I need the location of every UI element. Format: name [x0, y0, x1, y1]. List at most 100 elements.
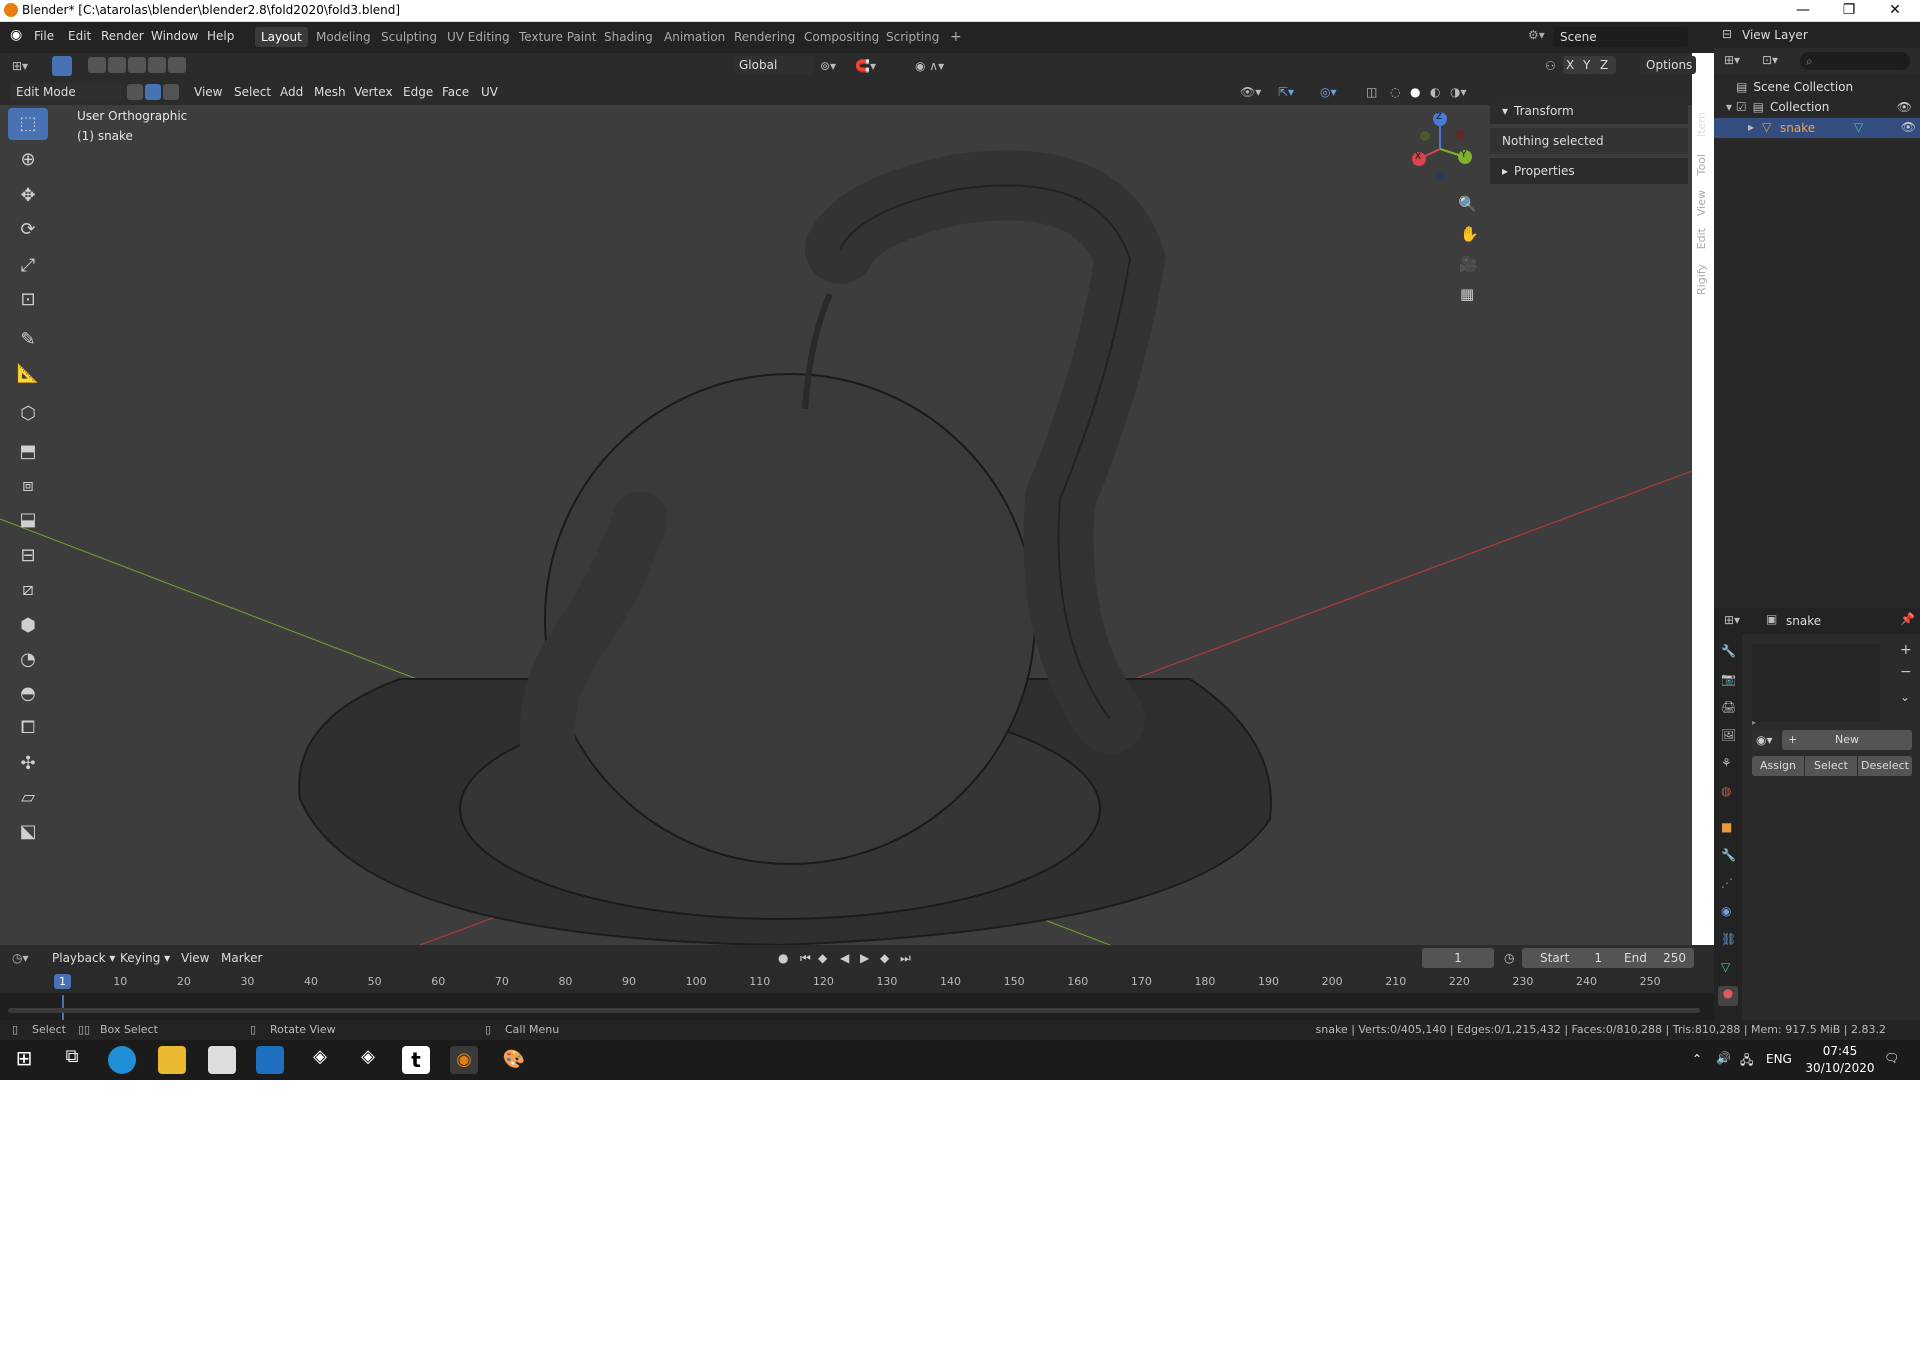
start-frame-field[interactable]: Start 1 — [1522, 948, 1610, 968]
select-mode-new-icon[interactable] — [88, 57, 106, 73]
shear-tool-icon[interactable]: ▱ — [8, 782, 48, 814]
collection-visibility-icon[interactable]: 👁 — [1897, 100, 1912, 114]
record-icon[interactable]: ● — [778, 949, 788, 967]
blender-taskbar-icon[interactable]: ◉ — [450, 1046, 478, 1074]
restore-button[interactable]: ❐ — [1826, 0, 1872, 22]
scene-field[interactable]: Scene — [1554, 27, 1688, 47]
blender-menu-icon[interactable]: ◉ — [10, 27, 22, 43]
pivot-icon[interactable]: ⊚▾ — [820, 57, 836, 75]
clock-date[interactable]: 30/10/2020 — [1800, 1061, 1880, 1075]
task-view-icon[interactable]: ⧉ — [58, 1046, 86, 1074]
tab-sculpting[interactable]: Sculpting — [375, 27, 443, 47]
add-cube-tool-icon[interactable]: ⬡ — [8, 398, 48, 430]
select-mode-invert-icon[interactable] — [148, 57, 166, 73]
tab-animation[interactable]: Animation — [658, 27, 731, 47]
material-browse-icon[interactable]: ◉▾ — [1752, 730, 1780, 750]
list-expand-icon[interactable]: ▸ — [1752, 718, 1756, 727]
select-tool-icon[interactable] — [52, 56, 72, 76]
end-frame-field[interactable]: End 250 — [1606, 948, 1694, 968]
3d-viewport[interactable]: User Orthographic (1) snake Z Y X 🔍 ✋ 🎥 … — [0, 79, 1692, 945]
keyframe-area[interactable] — [0, 993, 1714, 1020]
volume-icon[interactable]: 🔊 — [1716, 1051, 1731, 1065]
play-reverse-icon[interactable]: ◀ — [840, 949, 849, 967]
rotate-tool-icon[interactable]: ⟳ — [8, 214, 48, 246]
unity-icon[interactable]: ◈ — [354, 1046, 382, 1074]
keying-menu[interactable]: Keying ▾ — [120, 949, 170, 967]
object-props-icon[interactable]: ■ — [1721, 820, 1732, 834]
orientation-dropdown[interactable]: Global — [733, 56, 813, 74]
cursor-tool-icon[interactable]: ⊕ — [8, 144, 48, 176]
language-indicator[interactable]: ENG — [1766, 1052, 1792, 1066]
edge-select-icon[interactable] — [145, 84, 161, 100]
move-tool-icon[interactable]: ✥ — [8, 180, 48, 212]
current-frame-field[interactable]: 1 — [1422, 948, 1494, 968]
options-dropdown[interactable]: Options — [1640, 56, 1696, 74]
add-workspace-button[interactable]: + — [944, 27, 968, 47]
menu-view[interactable]: View — [194, 83, 222, 101]
vertex-select-icon[interactable] — [127, 84, 143, 100]
menu-uv[interactable]: UV — [481, 83, 498, 101]
edge-browser-icon[interactable] — [108, 1046, 136, 1074]
menu-help[interactable]: Help — [207, 29, 234, 43]
material-slot-list[interactable] — [1752, 644, 1880, 722]
menu-window[interactable]: Window — [151, 29, 198, 43]
preview-range-icon[interactable]: ◷ — [1504, 949, 1514, 967]
material-props-icon[interactable]: ● — [1718, 986, 1738, 1006]
xray-icon[interactable]: ◫ — [1366, 83, 1377, 101]
tab-edit[interactable]: Edit — [1695, 228, 1708, 249]
tab-rendering[interactable]: Rendering — [728, 27, 801, 47]
menu-edge[interactable]: Edge — [403, 83, 433, 101]
mirror-z-toggle[interactable]: Z — [1597, 56, 1616, 74]
snake-object-row[interactable]: ▸ ▽ snake ▽ 👁 — [1714, 118, 1920, 138]
face-select-icon[interactable] — [163, 84, 179, 100]
timeline-view-menu[interactable]: View — [181, 949, 209, 967]
scene-collection-row[interactable]: ▤ Scene Collection — [1736, 80, 1853, 94]
mode-dropdown[interactable]: Edit Mode — [10, 83, 122, 101]
jump-start-icon[interactable]: ⏮ — [800, 949, 811, 967]
prev-keyframe-icon[interactable]: ◆ — [818, 949, 827, 967]
tab-view[interactable]: View — [1695, 190, 1708, 216]
assign-button[interactable]: Assign — [1752, 756, 1804, 776]
slot-menu-icon[interactable]: ⌄ — [1900, 690, 1910, 704]
proportional-edit-icon[interactable]: ◉ ∧▾ — [915, 57, 944, 75]
properties-type-icon[interactable]: ⊞▾ — [1724, 613, 1740, 627]
render-props-icon[interactable]: 📷 — [1721, 672, 1736, 686]
tab-compositing[interactable]: Compositing — [798, 27, 885, 47]
menu-face[interactable]: Face — [442, 83, 469, 101]
poly-build-tool-icon[interactable]: ⬢ — [8, 610, 48, 642]
view-layer-name[interactable]: View Layer — [1742, 28, 1808, 42]
new-material-button[interactable]: + New — [1782, 730, 1912, 750]
shading-rendered-icon[interactable]: ◑▾ — [1450, 83, 1467, 101]
view-layer-props-icon[interactable]: 🖼 — [1721, 728, 1736, 742]
camera-view-icon[interactable]: 🎥 — [1459, 255, 1478, 273]
menu-mesh[interactable]: Mesh — [314, 83, 346, 101]
tab-scripting[interactable]: Scripting — [880, 27, 945, 47]
deselect-button[interactable]: Deselect — [1858, 756, 1912, 776]
tab-layout[interactable]: Layout — [255, 27, 308, 47]
tool-props-icon[interactable]: 🔧 — [1721, 644, 1736, 658]
menu-select[interactable]: Select — [234, 83, 271, 101]
properties-panel-header[interactable]: ▸ Properties — [1490, 158, 1688, 184]
output-props-icon[interactable]: 🖨 — [1721, 700, 1736, 714]
outliner-search-icon[interactable]: ⌕ — [1800, 52, 1910, 70]
outliner-display-icon[interactable]: ⊞▾ — [1724, 53, 1740, 67]
text-app-icon[interactable]: t — [402, 1046, 430, 1074]
jump-end-icon[interactable]: ⏭ — [900, 949, 911, 967]
store-icon[interactable] — [208, 1046, 236, 1074]
tab-uv-editing[interactable]: UV Editing — [441, 27, 516, 47]
unity-hub-icon[interactable]: ◈ — [306, 1046, 334, 1074]
notifications-icon[interactable]: 🗨 — [1884, 1051, 1899, 1065]
select-mode-intersect-icon[interactable] — [168, 57, 186, 73]
scene-props-icon[interactable]: ⚘ — [1721, 756, 1732, 770]
particles-props-icon[interactable]: ⋰ — [1721, 876, 1733, 890]
zoom-icon[interactable]: 🔍 — [1458, 195, 1477, 213]
physics-props-icon[interactable]: ◉ — [1721, 904, 1731, 918]
tab-rigify[interactable]: Rigify — [1695, 264, 1708, 295]
mirror-icon[interactable]: ⚇ — [1545, 57, 1556, 75]
timeline-scrollbar[interactable] — [8, 1008, 1700, 1013]
tab-item[interactable]: Item — [1695, 112, 1708, 137]
minimize-button[interactable]: — — [1780, 0, 1826, 22]
shrink-fatten-tool-icon[interactable]: ✣ — [8, 748, 48, 780]
knife-tool-icon[interactable]: ⧄ — [8, 574, 48, 606]
play-icon[interactable]: ▶ — [860, 949, 869, 967]
